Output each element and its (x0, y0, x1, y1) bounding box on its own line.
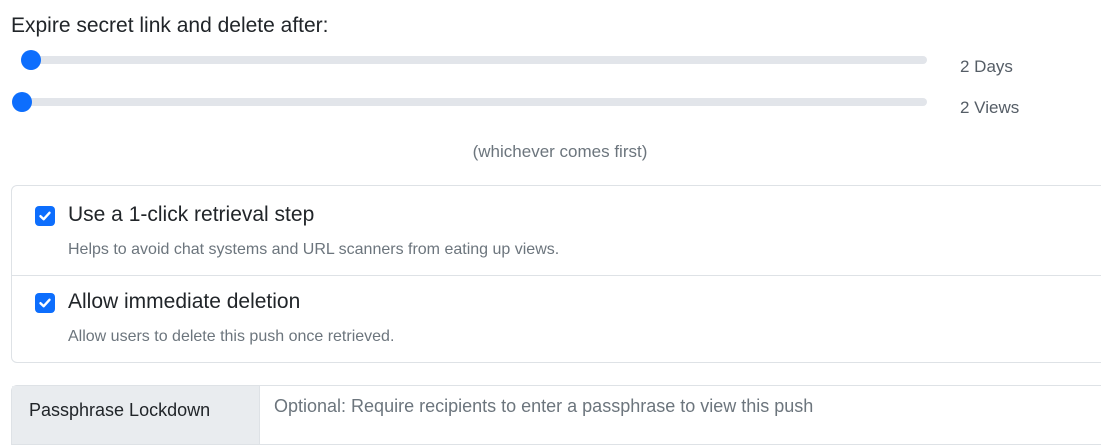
retrieval-step-checkbox[interactable] (35, 206, 55, 226)
expire-label: Expire secret link and delete after: (11, 14, 329, 37)
days-slider-thumb[interactable] (21, 50, 42, 70)
days-slider[interactable] (21, 50, 927, 70)
retrieval-step-title[interactable]: Use a 1-click retrieval step (68, 203, 314, 227)
check-icon (39, 298, 51, 308)
whichever-note: (whichever comes first) (472, 142, 648, 161)
options-box: Use a 1-click retrieval step Helps to av… (11, 185, 1101, 363)
passphrase-group: Passphrase Lockdown (11, 385, 1101, 445)
option-retrieval-step (12, 186, 1101, 276)
retrieval-step-description: Helps to avoid chat systems and URL scan… (68, 241, 560, 258)
passphrase-input[interactable] (260, 386, 1101, 444)
immediate-deletion-title[interactable]: Allow immediate deletion (68, 290, 300, 314)
immediate-deletion-description: Allow users to delete this push once ret… (68, 328, 395, 345)
option-immediate-deletion (12, 275, 1101, 364)
views-slider-thumb[interactable] (12, 92, 32, 112)
views-slider[interactable] (12, 92, 927, 112)
passphrase-label: Passphrase Lockdown (12, 386, 260, 444)
check-icon (39, 211, 51, 221)
immediate-deletion-checkbox[interactable] (35, 293, 55, 313)
views-value: 2 Views (960, 98, 1020, 117)
days-value: 2 Days (960, 57, 1013, 76)
